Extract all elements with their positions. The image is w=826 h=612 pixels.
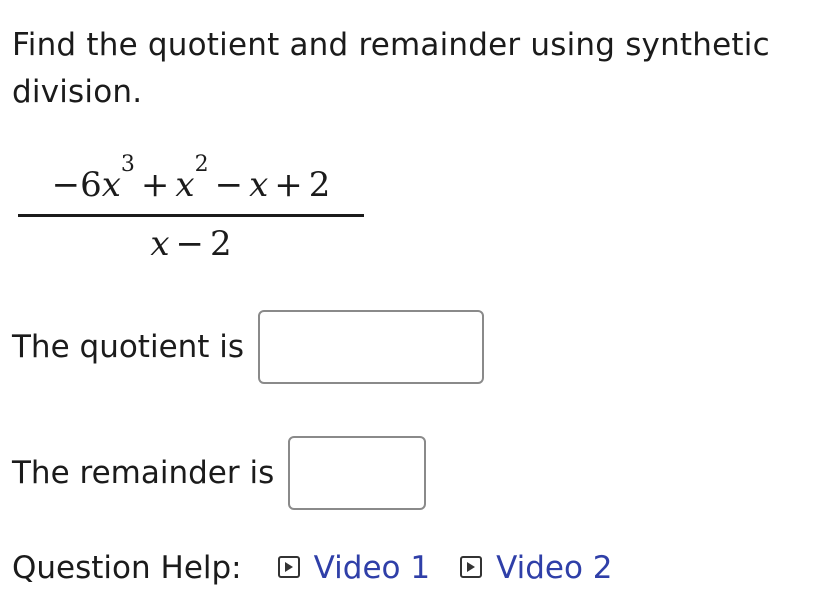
term-constant: 2 xyxy=(308,165,331,205)
term-constant: 2 xyxy=(210,224,232,264)
term-variable: x xyxy=(249,165,269,205)
term-sign: − xyxy=(51,165,81,205)
question-help-label: Question Help: xyxy=(12,550,242,586)
term-exponent: 2 xyxy=(194,152,209,177)
play-icon xyxy=(460,556,483,578)
remainder-label: The remainder is xyxy=(12,455,275,491)
video-1-label: Video 1 xyxy=(313,550,431,586)
term-variable: x xyxy=(175,165,195,205)
video-2-label: Video 2 xyxy=(496,550,613,586)
video-1-link[interactable]: Video 1 xyxy=(277,546,431,590)
operator-minus: − xyxy=(214,165,244,205)
term-coefficient: 6 xyxy=(80,165,102,205)
quotient-row: The quotient is xyxy=(12,310,485,384)
operator-minus: − xyxy=(175,224,205,264)
question-prompt: Find the quotient and remainder using sy… xyxy=(12,27,770,110)
quotient-input[interactable] xyxy=(258,310,485,384)
term-variable: x xyxy=(150,224,170,264)
remainder-input[interactable] xyxy=(288,436,427,510)
quotient-label: The quotient is xyxy=(12,329,245,365)
operator-plus: + xyxy=(274,165,303,205)
fraction-numerator: −6x3+ x2− x +2 xyxy=(18,154,364,210)
fraction-bar xyxy=(18,214,364,217)
fraction-expression: −6x3+ x2− x +2 x −2 xyxy=(18,154,364,266)
fraction-denominator: x −2 xyxy=(18,222,364,266)
play-icon xyxy=(277,556,300,578)
term-variable: x xyxy=(101,165,121,205)
term-exponent: 3 xyxy=(120,152,135,177)
video-2-link[interactable]: Video 2 xyxy=(460,546,613,590)
remainder-row: The remainder is xyxy=(12,436,427,510)
question-help: Question Help: Video 1 Video 2 xyxy=(12,546,643,590)
operator-plus: + xyxy=(140,165,170,205)
